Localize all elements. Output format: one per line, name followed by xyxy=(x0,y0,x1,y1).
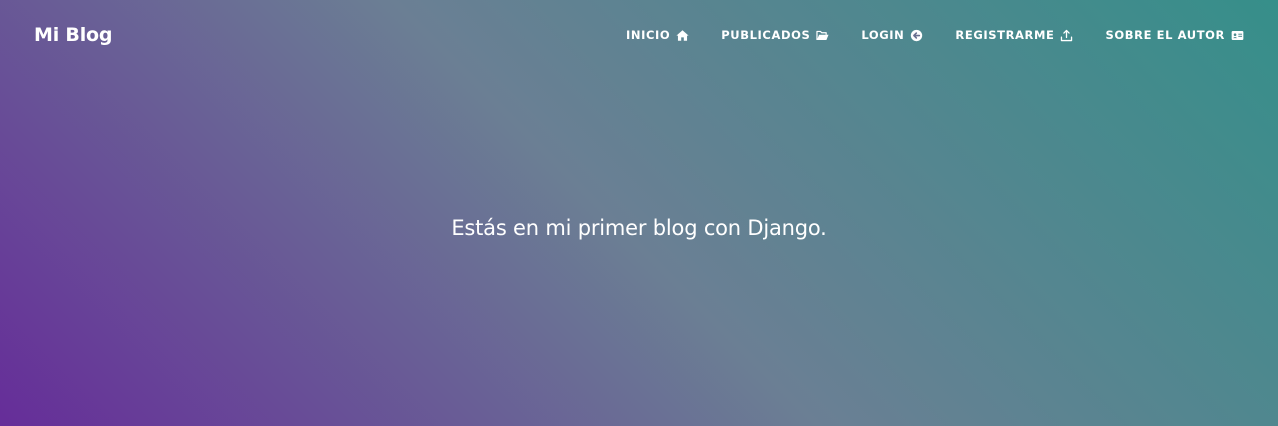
nav-item-label: PUBLICADOS xyxy=(721,28,811,42)
hero-text: Estás en mi primer blog con Django. xyxy=(451,216,827,241)
home-icon xyxy=(675,28,689,42)
nav-item-label: LOGIN xyxy=(861,28,905,42)
nav-item-login[interactable]: LOGIN xyxy=(861,28,923,42)
navbar: Mi Blog INICIO PUBLICADOS LOGIN REGISTRA… xyxy=(0,0,1278,72)
nav-item-label: REGISTRARME xyxy=(955,28,1055,42)
nav-item-registrarme[interactable]: REGISTRARME xyxy=(955,28,1073,42)
nav-item-sobre-el-autor[interactable]: SOBRE EL AUTOR xyxy=(1106,28,1245,42)
nav-item-publicados[interactable]: PUBLICADOS xyxy=(721,28,829,42)
folder-open-icon xyxy=(815,28,829,42)
nav-item-label: SOBRE EL AUTOR xyxy=(1105,28,1225,42)
id-card-icon xyxy=(1230,28,1244,42)
nav-item-inicio[interactable]: INICIO xyxy=(626,28,689,42)
nav-item-label: INICIO xyxy=(626,28,671,42)
nav-menu: INICIO PUBLICADOS LOGIN REGISTRARME SOBR… xyxy=(626,28,1244,42)
arrow-circle-left-icon xyxy=(909,28,923,42)
brand-link[interactable]: Mi Blog xyxy=(34,24,112,46)
upload-icon xyxy=(1060,28,1074,42)
